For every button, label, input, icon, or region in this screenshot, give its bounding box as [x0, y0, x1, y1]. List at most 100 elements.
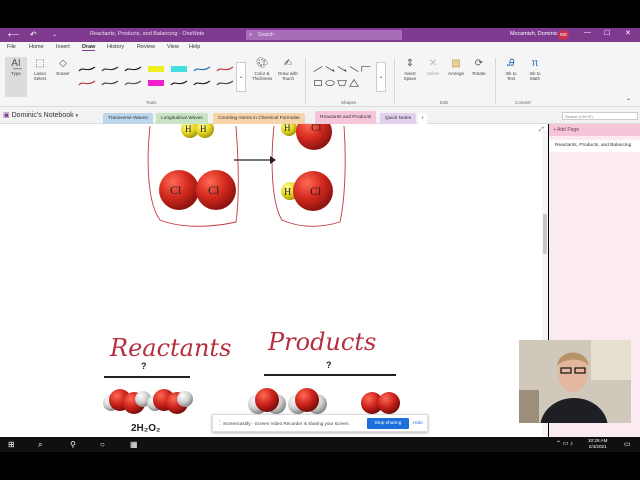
atom-label: Cl: [170, 183, 182, 197]
section-tabs-bar: ▣ Dominic's Notebook ▾ Transverse Waves …: [0, 107, 640, 124]
search-input[interactable]: ⌕ Search: [246, 30, 402, 40]
oxygen-molecule: [361, 392, 400, 414]
back-icon[interactable]: ⟵: [8, 29, 19, 41]
atom-label: H: [284, 187, 291, 198]
page-search-input[interactable]: Search (Ctrl+E): [562, 112, 638, 120]
pen-swatch[interactable]: [193, 64, 211, 74]
search-icon[interactable]: ⚲: [70, 439, 76, 450]
tab-review[interactable]: Review: [137, 44, 155, 50]
collapse-ribbon-icon[interactable]: ⌃: [626, 98, 631, 105]
add-section-button[interactable]: +: [418, 113, 427, 124]
cortana-icon[interactable]: ⌕: [38, 439, 42, 450]
delete-icon: ✕: [428, 58, 438, 69]
shape-option[interactable]: [348, 78, 360, 88]
section-tab[interactable]: Quick Notes: [380, 113, 417, 124]
tab-home[interactable]: Home: [29, 44, 44, 50]
notebook-picker[interactable]: ▣ Dominic's Notebook ▾: [3, 111, 78, 119]
atom-label: Cl: [311, 124, 321, 134]
tab-help[interactable]: Help: [189, 44, 200, 50]
expand-icon[interactable]: ⤢: [539, 127, 544, 134]
page-list-item[interactable]: Reactants, Products, and Balancing: [549, 140, 640, 152]
pen-swatch[interactable]: [78, 78, 96, 88]
avatar[interactable]: MD: [558, 30, 569, 40]
pen-swatch[interactable]: [193, 78, 211, 88]
ribbon: A͟I Type ⬚ Lasso Select ◇ Eraser ⌄ 🎨︎ Co…: [0, 54, 640, 107]
lasso-select-button[interactable]: ⬚ Lasso Select: [31, 57, 49, 81]
pen-swatch[interactable]: [147, 64, 165, 74]
close-button[interactable]: ✕: [625, 29, 631, 37]
pen-swatch[interactable]: [216, 64, 234, 74]
shape-option[interactable]: [312, 78, 324, 88]
shape-option[interactable]: [336, 78, 348, 88]
pen-swatch[interactable]: [78, 64, 96, 74]
notebook-name: Dominic's Notebook: [11, 112, 74, 119]
type-button[interactable]: A͟I Type: [5, 57, 27, 97]
notifications-icon[interactable]: ▭: [624, 439, 631, 450]
ink-to-text-button[interactable]: Ꭿ Ink to Text: [501, 57, 521, 81]
ink-to-math-button[interactable]: π Ink to Math: [525, 57, 545, 81]
eraser-button[interactable]: ◇ Eraser: [54, 57, 72, 76]
pen-swatch[interactable]: [216, 78, 234, 88]
stop-sharing-button[interactable]: Stop sharing: [367, 418, 409, 429]
pen-gallery-more-button[interactable]: ⌄: [236, 62, 246, 92]
window-title: Reactants, Products, and Balancing - One…: [90, 31, 205, 37]
section-tab[interactable]: Counting Atoms in Chemical Formulas: [213, 113, 305, 124]
ribbon-divider: [394, 58, 395, 104]
arrange-button[interactable]: ▧ Arrange: [445, 57, 467, 76]
user-name[interactable]: Mccamish, Dominic: [510, 31, 558, 37]
tab-insert[interactable]: Insert: [56, 44, 70, 50]
group-label-convert: Convert: [515, 100, 531, 105]
delete-label: Delete: [426, 71, 440, 76]
tab-history[interactable]: History: [107, 44, 124, 50]
taskbar-clock[interactable]: 10:28 AM 2/4/2021: [588, 438, 607, 450]
tab-draw[interactable]: Draw: [82, 44, 96, 51]
atom-label: Cl: [310, 184, 322, 198]
pen-swatch[interactable]: [101, 78, 119, 88]
notebook-icon: ▣: [3, 112, 10, 119]
taskbar-app-icon[interactable]: ▦: [130, 439, 138, 450]
delete-button[interactable]: ✕ Delete: [424, 57, 442, 76]
shape-option[interactable]: [336, 64, 348, 74]
group-label-shapes: Shapes: [341, 100, 357, 105]
maximize-button[interactable]: ☐: [604, 29, 610, 37]
pen-swatch[interactable]: [124, 64, 142, 74]
atom-label: H: [185, 124, 192, 134]
pen-swatch[interactable]: [170, 78, 188, 88]
add-page-button[interactable]: + Add Page: [549, 124, 640, 136]
color-thickness-label: Color & Thickness: [251, 71, 273, 81]
note-canvas[interactable]: H H Cl Cl H Cl H Cl Reactants Products ?…: [0, 124, 548, 437]
customize-qat-icon[interactable]: ⌄: [52, 29, 57, 41]
scroll-thumb[interactable]: [543, 214, 547, 254]
rotate-button[interactable]: ⟳ Rotate: [469, 57, 489, 76]
ink-to-text-label: Ink to Text: [505, 71, 517, 81]
shape-option[interactable]: [324, 78, 336, 88]
shape-option[interactable]: [348, 64, 360, 74]
chevron-down-icon: ▾: [75, 113, 79, 119]
pen-swatch[interactable]: [170, 64, 188, 74]
water-molecule: [288, 388, 327, 414]
section-tab[interactable]: Longitudinal Waves: [156, 113, 208, 124]
system-tray-icon[interactable]: ⌃ ▭ ♪: [556, 439, 573, 450]
color-thickness-button[interactable]: 🎨︎ Color & Thickness: [250, 57, 274, 81]
tab-file[interactable]: File: [7, 44, 16, 50]
question-mark-products: ?: [326, 360, 332, 370]
eraser-label: Eraser: [56, 71, 70, 76]
pen-swatch[interactable]: [101, 64, 119, 74]
group-label-tools: Tools: [146, 100, 157, 105]
shapes-more-button[interactable]: ⌄: [376, 62, 386, 92]
windows-start-icon[interactable]: ⊞: [8, 439, 15, 450]
pen-swatch[interactable]: [124, 78, 142, 88]
insert-space-button[interactable]: ⇕ Insert Space: [400, 57, 420, 81]
shape-option[interactable]: [360, 64, 372, 74]
section-tab[interactable]: Transverse Waves: [103, 113, 153, 124]
tab-view[interactable]: View: [167, 44, 179, 50]
section-tab-active[interactable]: Reactants and Products: [315, 111, 377, 124]
pen-swatch[interactable]: [147, 78, 165, 88]
shape-option[interactable]: [324, 64, 336, 74]
shape-option[interactable]: [312, 64, 324, 74]
hide-button[interactable]: Hide: [413, 418, 423, 429]
undo-icon[interactable]: ↶: [30, 29, 37, 41]
minimize-button[interactable]: —: [584, 29, 591, 36]
task-view-icon[interactable]: ○: [100, 439, 105, 450]
draw-with-touch-button[interactable]: ✍︎ Draw with Touch: [276, 57, 300, 81]
